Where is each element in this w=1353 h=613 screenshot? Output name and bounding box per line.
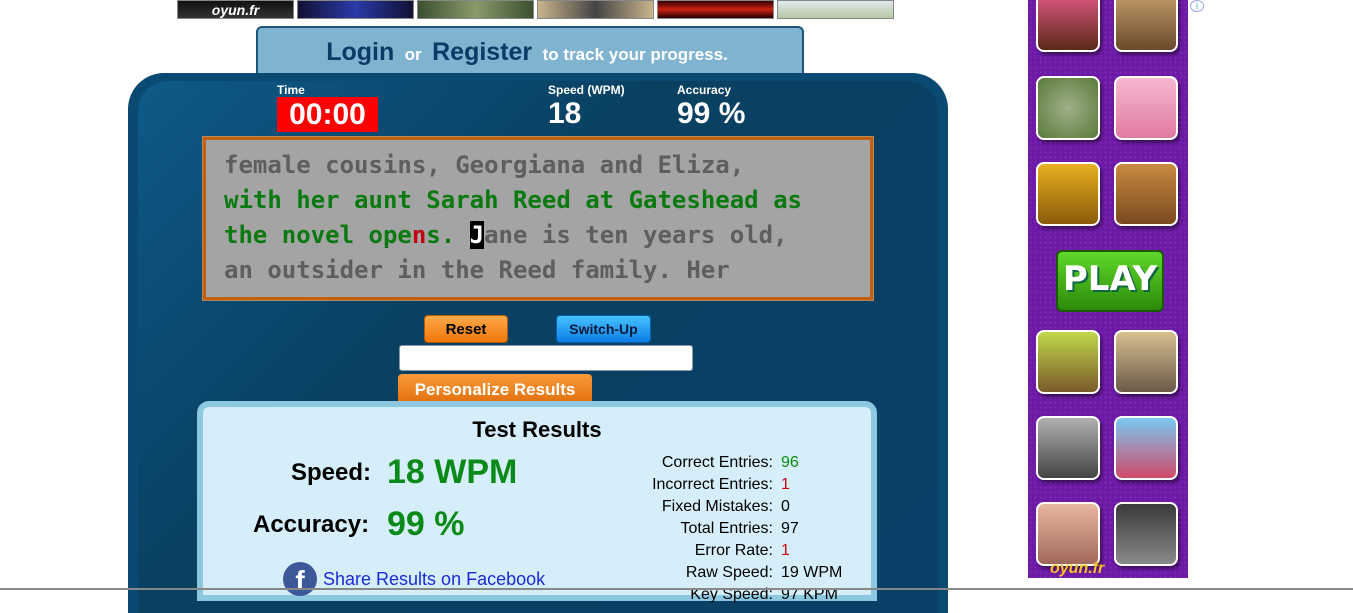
stat-row: Error Rate: 1 bbox=[633, 540, 842, 562]
text-line-typed: with her aunt Sarah Reed at Gateshead as bbox=[224, 186, 802, 214]
ad-game-tile[interactable] bbox=[1036, 416, 1100, 480]
share-facebook[interactable]: f Share Results on Facebook bbox=[283, 562, 545, 596]
speed-value: 18 bbox=[548, 97, 582, 130]
track-progress-text: to track your progress. bbox=[542, 45, 728, 64]
timer-display: 00:00 bbox=[277, 97, 378, 132]
stat-value: 1 bbox=[781, 542, 790, 559]
stat-value: 1 bbox=[781, 476, 790, 493]
game-thumb-brand[interactable]: oyun.fr bbox=[177, 0, 294, 19]
speed-label: Speed (WPM) bbox=[548, 83, 625, 97]
stat-value: 19 WPM bbox=[781, 564, 843, 581]
test-results-box: Test Results Speed: 18 WPM Accuracy: 99 … bbox=[197, 401, 877, 603]
ad-game-tile[interactable] bbox=[1036, 162, 1100, 226]
accuracy-label: Accuracy bbox=[677, 83, 732, 97]
error-char: n bbox=[411, 221, 427, 249]
stat-row: Incorrect Entries: 1 bbox=[633, 474, 842, 496]
ad-game-tile[interactable] bbox=[1114, 416, 1178, 480]
results-accuracy-value: 99 % bbox=[387, 505, 465, 543]
switch-up-button[interactable]: Switch-Up bbox=[556, 315, 651, 343]
share-facebook-link[interactable]: Share Results on Facebook bbox=[323, 569, 545, 590]
stat-value: 0 bbox=[781, 498, 790, 515]
games-ad-column: PLAY oyun.fr bbox=[1028, 0, 1188, 578]
text-line-current: the novel opens. Jane is ten years old, bbox=[224, 218, 870, 253]
stat-row: Correct Entries: 96 bbox=[633, 452, 842, 474]
results-speed-value: 18 WPM bbox=[387, 453, 518, 491]
stat-row: Fixed Mistakes: 0 bbox=[633, 496, 842, 518]
stat-row: Raw Speed: 19 WPM bbox=[633, 562, 843, 584]
ad-game-tile[interactable] bbox=[1036, 330, 1100, 394]
time-label: Time bbox=[277, 83, 305, 97]
game-thumb[interactable] bbox=[297, 0, 414, 19]
stat-key: Incorrect Entries: bbox=[652, 476, 773, 493]
results-speed-label: Speed: bbox=[291, 459, 372, 486]
ad-game-tile[interactable] bbox=[1114, 76, 1178, 140]
stat-value: 97 bbox=[781, 520, 799, 537]
ad-game-tile[interactable] bbox=[1114, 502, 1178, 566]
text-line: female cousins, Georgiana and Eliza, bbox=[224, 151, 745, 179]
results-title: Test Results bbox=[472, 417, 602, 442]
stat-key: Correct Entries: bbox=[661, 454, 773, 471]
ad-game-tile[interactable] bbox=[1114, 162, 1178, 226]
ad-info-icon[interactable]: i bbox=[1190, 0, 1204, 12]
play-button[interactable]: PLAY bbox=[1056, 250, 1164, 312]
results-stats-table: Correct Entries: 96 Incorrect Entries: 1 F… bbox=[633, 452, 842, 606]
ad-game-tile[interactable] bbox=[1036, 76, 1100, 140]
game-thumb[interactable] bbox=[537, 0, 654, 19]
stat-row: Total Entries: 97 bbox=[633, 518, 842, 540]
ad-brand-logo[interactable]: oyun.fr bbox=[1050, 560, 1104, 578]
game-thumb[interactable] bbox=[417, 0, 534, 19]
register-link[interactable]: Register bbox=[432, 38, 532, 66]
cursor-char: J bbox=[469, 221, 485, 249]
stat-value: 96 bbox=[781, 454, 799, 471]
stat-key: Fixed Mistakes: bbox=[661, 498, 773, 515]
typed-text: the novel ope bbox=[224, 221, 412, 249]
game-thumb[interactable] bbox=[657, 0, 774, 19]
results-accuracy-label: Accuracy: bbox=[253, 511, 370, 538]
reset-button[interactable]: Reset bbox=[424, 315, 508, 343]
ad-game-tile[interactable] bbox=[1036, 0, 1100, 52]
stat-key: Raw Speed: bbox=[685, 564, 773, 581]
ad-game-tile[interactable] bbox=[1114, 330, 1178, 394]
login-link[interactable]: Login bbox=[326, 38, 394, 66]
ad-game-tile[interactable] bbox=[1114, 0, 1178, 52]
or-text: or bbox=[404, 45, 422, 64]
ad-game-tile[interactable] bbox=[1036, 502, 1100, 566]
stat-key: Total Entries: bbox=[680, 520, 773, 537]
typing-text-area[interactable]: female cousins, Georgiana and Eliza, with… bbox=[203, 137, 873, 300]
top-game-strip: oyun.fr bbox=[177, 0, 894, 20]
game-thumb[interactable] bbox=[777, 0, 894, 19]
stat-key: Error Rate: bbox=[694, 542, 773, 559]
accuracy-value: 99 % bbox=[677, 97, 746, 130]
typed-text: s. bbox=[426, 221, 470, 249]
facebook-icon[interactable]: f bbox=[283, 562, 317, 596]
text-line: an outsider in the Reed family. Her bbox=[224, 256, 730, 284]
untyped-text: ane is ten years old, bbox=[484, 221, 788, 249]
typing-input[interactable] bbox=[399, 345, 693, 371]
